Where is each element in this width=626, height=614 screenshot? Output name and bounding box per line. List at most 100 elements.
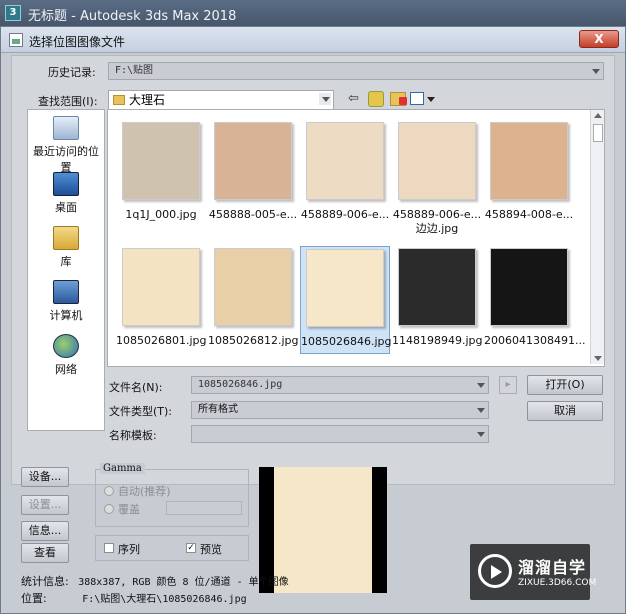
watermark-url: ZIXUE.3D66.COM	[518, 578, 597, 588]
view-menu-icon[interactable]	[410, 92, 436, 106]
file-name: 458889-006-e...	[300, 208, 390, 221]
chevron-down-icon	[474, 379, 486, 391]
dialog-title-bar: 选择位图图像文件 X	[1, 27, 625, 53]
file-thumbnail[interactable]: 1085026801.jpg	[116, 246, 207, 362]
preview-image	[274, 467, 372, 593]
thumbnail-image	[214, 122, 292, 200]
thumbnail-image	[398, 248, 476, 326]
3dsmax-icon: 3	[5, 5, 21, 21]
gamma-override-radio[interactable]	[104, 504, 114, 514]
place-label: 计算机	[49, 309, 83, 322]
vertical-scrollbar[interactable]	[590, 110, 604, 364]
file-thumbnail[interactable]: 1085026846.jpg	[300, 246, 392, 354]
history-value: F:\贴图	[115, 65, 154, 76]
file-thumbnail[interactable]: 458894-008-e...	[484, 120, 574, 236]
folder-icon	[113, 95, 125, 105]
history-label: 历史记录:	[48, 66, 96, 79]
file-name: 1q1J_000.jpg	[125, 208, 197, 221]
thumbnail-image	[490, 248, 568, 326]
info-button[interactable]: 信息...	[21, 521, 69, 541]
places-bar: 最近访问的位置 桌面 库 计算机 网络	[27, 109, 105, 431]
file-thumbnail[interactable]: 458889-006-e...	[300, 120, 390, 236]
sequence-preview-group: 序列 ✓ 预览	[95, 535, 249, 561]
thumbnail-image	[306, 249, 384, 327]
gamma-auto-label: 自动(推荐)	[118, 485, 171, 498]
place-computer[interactable]: 计算机	[28, 280, 104, 323]
chevron-down-icon	[474, 404, 486, 416]
filename-label: 文件名(N):	[109, 381, 163, 394]
file-thumbnail[interactable]: 458889-006-e... 边边.jpg	[392, 120, 482, 236]
thumbnail-image	[122, 248, 200, 326]
gamma-auto-radio[interactable]	[104, 486, 114, 496]
recent-places-icon	[53, 116, 79, 140]
filename-value: 1085026846.jpg	[198, 379, 283, 390]
file-name: 2006041308491...	[484, 334, 586, 347]
app-title-bar: 3 无标题 - Autodesk 3ds Max 2018	[0, 0, 626, 26]
place-library[interactable]: 库	[28, 226, 104, 269]
place-label: 桌面	[55, 201, 77, 214]
thumbnail-image	[122, 122, 200, 200]
chevron-down-icon	[474, 428, 486, 440]
location-row: 位置: F:\贴图\大理石\1085026846.jpg	[21, 590, 247, 606]
place-network[interactable]: 网络	[28, 334, 104, 377]
image-file-icon	[9, 33, 23, 47]
stats-label: 统计信息:	[21, 575, 69, 588]
back-arrow-icon[interactable]: ⇦	[348, 92, 362, 106]
play-logo-icon	[478, 554, 512, 588]
file-name: 458889-006-e...	[392, 208, 482, 221]
file-thumbnail[interactable]: 458888-005-e...	[208, 120, 298, 236]
view-button[interactable]: 查看	[21, 543, 69, 563]
place-label: 库	[60, 255, 72, 268]
open-button[interactable]: 打开(O)	[527, 375, 603, 395]
gamma-title: Gamma	[100, 463, 145, 474]
chevron-down-icon	[589, 65, 601, 77]
sequence-checkbox[interactable]	[104, 543, 114, 553]
file-name: 1085026801.jpg	[116, 334, 207, 347]
preview-checkbox[interactable]: ✓	[186, 543, 196, 553]
watermark-badge: 溜溜自学 ZIXUE.3D66.COM	[470, 544, 596, 600]
grid-view-icon	[410, 92, 424, 105]
small-arrow-button[interactable]: ▸	[499, 376, 517, 394]
file-thumbnail[interactable]: 2006041308491...	[484, 246, 586, 362]
select-bitmap-dialog: 选择位图图像文件 X 历史记录: F:\贴图 查找范围(I): 大理石 ⇦ 最近…	[0, 26, 626, 614]
stats-row: 统计信息: 388x387, RGB 颜色 8 位/通道 - 单个图像	[21, 573, 289, 589]
scroll-down-icon[interactable]	[594, 356, 602, 361]
dialog-title: 选择位图图像文件	[29, 35, 126, 49]
history-dropdown[interactable]: F:\贴图	[108, 62, 604, 80]
lookin-dropdown[interactable]: 大理石	[108, 90, 334, 110]
file-name: 1148198949.jpg	[392, 334, 483, 347]
new-folder-badge	[399, 97, 407, 105]
cancel-button[interactable]: 取消	[527, 401, 603, 421]
place-recent[interactable]: 最近访问的位置	[28, 116, 104, 175]
filename-input[interactable]: 1085026846.jpg	[191, 376, 489, 394]
setup-button[interactable]: 设备...	[21, 467, 69, 487]
filetype-dropdown[interactable]: 所有格式	[191, 401, 489, 419]
settings-button[interactable]: 设置...	[21, 495, 69, 515]
filetype-label: 文件类型(T):	[109, 405, 173, 418]
place-label: 网络	[55, 363, 77, 376]
watermark-title: 溜溜自学	[518, 558, 587, 577]
preview-label: 预览	[200, 543, 222, 556]
gamma-override-spinner[interactable]	[166, 501, 242, 515]
location-label: 位置:	[21, 592, 47, 605]
new-folder-icon[interactable]	[390, 92, 407, 106]
file-name: 1085026812.jpg	[208, 334, 299, 347]
gamma-override-label: 覆盖	[118, 503, 140, 516]
place-desktop[interactable]: 桌面	[28, 172, 104, 215]
filetype-value: 所有格式	[198, 404, 238, 415]
file-thumbnail[interactable]: 1085026812.jpg	[208, 246, 299, 362]
chevron-down-icon	[427, 97, 435, 102]
template-label: 名称模板:	[109, 429, 157, 442]
thumbnail-image	[490, 122, 568, 200]
thumbnail-image	[306, 122, 384, 200]
sequence-label: 序列	[118, 543, 140, 556]
stats-value: 388x387, RGB 颜色 8 位/通道 - 单个图像	[78, 577, 289, 588]
scroll-up-icon[interactable]	[594, 113, 602, 118]
file-thumbnail[interactable]: 1148198949.jpg	[392, 246, 483, 362]
up-folder-icon[interactable]	[368, 91, 384, 107]
scroll-thumb[interactable]	[593, 124, 603, 142]
close-button[interactable]: X	[579, 30, 619, 48]
file-thumbnail[interactable]: 1q1J_000.jpg	[116, 120, 206, 236]
template-dropdown[interactable]	[191, 425, 489, 443]
file-list: 1q1J_000.jpg 458888-005-e... 458889-006-e.…	[107, 109, 605, 367]
